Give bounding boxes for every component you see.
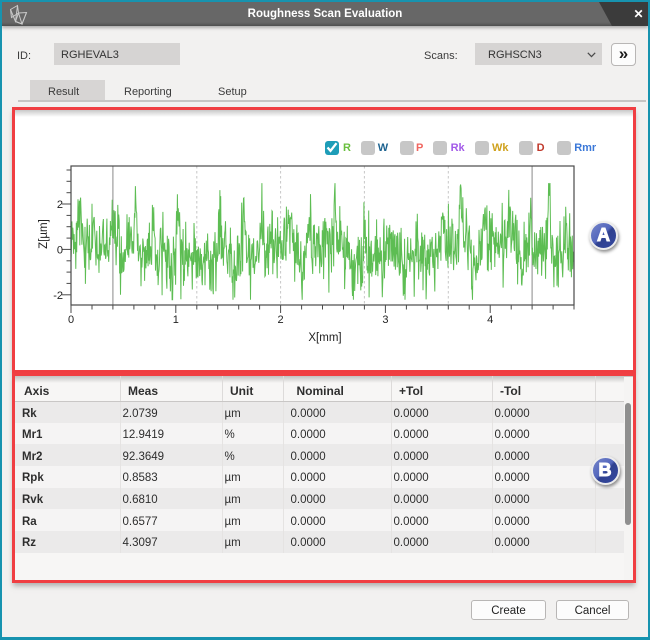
svg-text:3: 3 <box>382 314 388 326</box>
svg-text:Z[µm]: Z[µm] <box>38 219 50 249</box>
svg-text:-2: -2 <box>53 290 63 302</box>
svg-text:0: 0 <box>68 314 74 326</box>
svg-text:1: 1 <box>173 314 179 326</box>
svg-text:0: 0 <box>57 244 63 256</box>
svg-text:2: 2 <box>278 314 284 326</box>
svg-text:2: 2 <box>57 199 63 211</box>
svg-text:X[mm]: X[mm] <box>308 332 341 344</box>
svg-text:4: 4 <box>487 314 493 326</box>
